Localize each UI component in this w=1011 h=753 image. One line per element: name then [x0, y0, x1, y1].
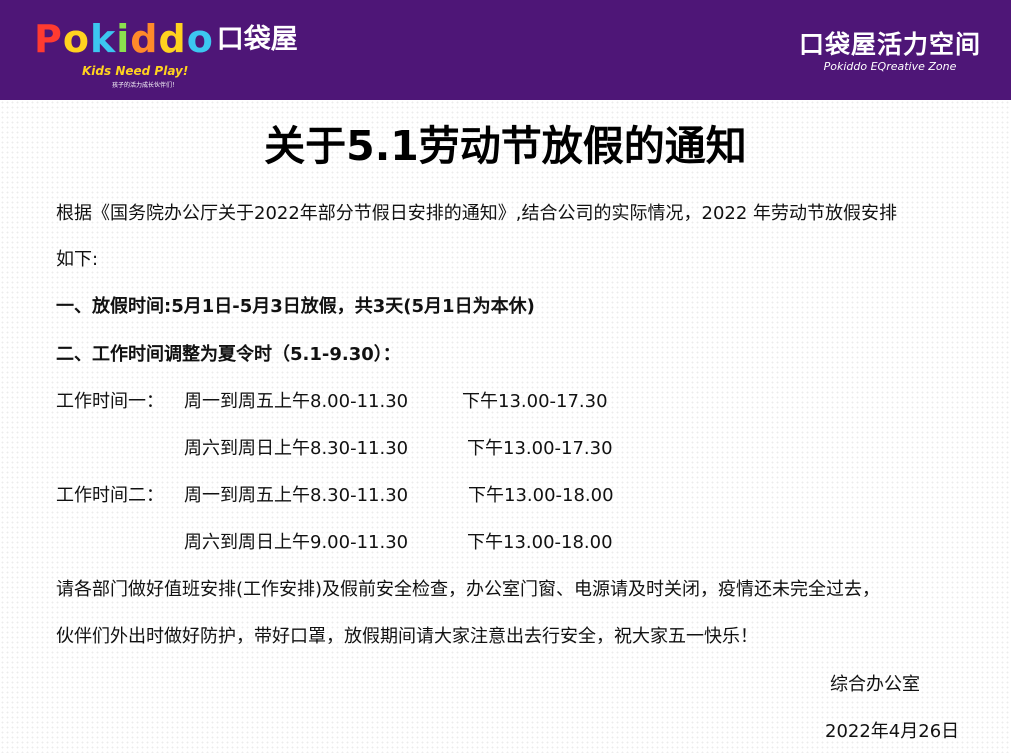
schedule-1-row-1-pm: 下午13.00-17.30: [462, 391, 608, 412]
schedule-2-row-1-am: 周一到周五上午8.30-11.30: [184, 485, 409, 506]
intro-line-2: 如下:: [56, 249, 99, 270]
brand-right: 口袋屋活力空间 Pokiddo EQreative Zone: [795, 30, 985, 74]
schedule-2-row-1-pm: 下午13.00-18.00: [468, 485, 614, 506]
intro-line-1: 根据《国务院办公厅关于2022年部分节假日安排的通知》,结合公司的实际情况，20…: [56, 203, 898, 224]
logo-wordmark: Pokiddo 口袋屋: [34, 17, 298, 61]
schedule-1-row-1-am: 周一到周五上午8.00-11.30: [184, 391, 409, 412]
schedule-2-row-2-pm: 下午13.00-18.00: [467, 532, 613, 553]
header-banner: Pokiddo 口袋屋 Kids Need Play! 孩子的活力成长伙伴们！ 口…: [0, 0, 1011, 100]
pokiddo-logo: Pokiddo 口袋屋 Kids Need Play! 孩子的活力成长伙伴们！: [34, 16, 298, 89]
brand-right-english: Pokiddo EQreative Zone: [823, 60, 957, 73]
holiday-period: 一、放假时间:5月1日-5月3日放假，共3天(5月1日为本休): [56, 296, 535, 317]
brand-right-chinese: 口袋屋活力空间: [798, 30, 981, 59]
logo-slogan: Kids Need Play!: [82, 64, 189, 78]
schedule-1-row-2-am: 周六到周日上午8.30-11.30: [184, 438, 409, 459]
schedule-1-row-2-pm: 下午13.00-17.30: [467, 438, 613, 459]
logo-subtext: 孩子的活力成长伙伴们！: [112, 82, 179, 89]
schedule-2-label: 工作时间二：: [56, 485, 164, 506]
summer-hours-heading: 二、工作时间调整为夏令时（5.1-9.30）：: [56, 344, 401, 365]
schedule-1-label: 工作时间一：: [56, 391, 164, 412]
notice-date: 2022年4月26日: [825, 721, 960, 742]
schedule-2-row-2-am: 周六到周日上午9.00-11.30: [184, 532, 409, 553]
signature: 综合办公室: [830, 674, 920, 695]
closing-line-1: 请各部门做好值班安排(工作安排)及假前安全检查，办公室门窗、电源请及时关闭，疫情…: [56, 579, 881, 600]
notice-title: 关于5.1劳动节放假的通知: [264, 122, 747, 170]
closing-line-2: 伙伴们外出时做好防护，带好口罩，放假期间请大家注意出去行安全，祝大家五一快乐！: [56, 626, 758, 647]
